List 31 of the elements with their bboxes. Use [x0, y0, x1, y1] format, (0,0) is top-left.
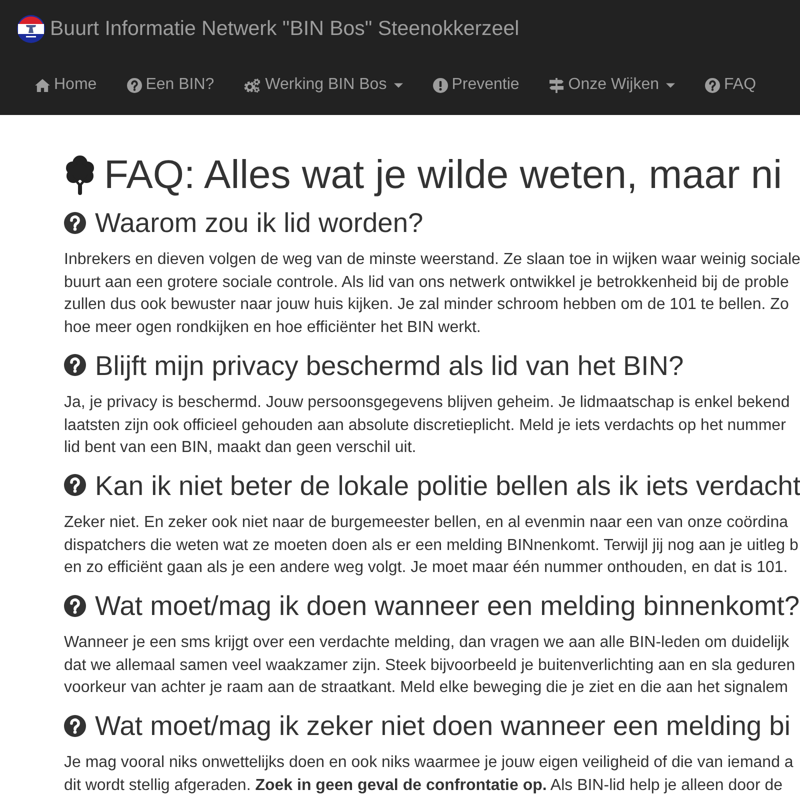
- question-icon: [64, 594, 86, 617]
- nav-link[interactable]: Home: [20, 60, 112, 110]
- question-icon: [64, 714, 86, 737]
- faq-answer: Zeker niet. En zeker ook niet naar de burgemeester bellen, en al evenmin naar een van onze coördina dispatchers die weten wat ze moeten doen als er een melding BINnenkomt. Terwijl jij nog aan je uitleg b en zo efficiënt gaan als je een andere weg volgt. Je moet maar één nummer onthouden, en dat is 101.: [64, 512, 798, 578]
- round-emblem-icon: [17, 14, 45, 42]
- nav-link[interactable]: FAQ: [690, 60, 772, 110]
- nav-link[interactable]: Werking BIN Bos: [229, 60, 418, 110]
- question-icon: [705, 78, 720, 92]
- signpost-icon: [549, 78, 564, 92]
- exclamation-icon: [432, 78, 448, 92]
- nav-link[interactable]: Onze Wijken: [534, 60, 690, 110]
- faq-answer: Wanneer je een sms krijgt over een verdachte melding, dan vragen we aan alle BIN-leden om duidelijk dat we allemaal samen veel waakzamer zijn. Steek bijvoorbeeld je buitenverlichting aan en sla geduren voorkeur van achter je raam aan de straatkant. Meld elke beweging die je ziet en die aan het signalem: [64, 633, 796, 698]
- nav-link[interactable]: Een BIN?: [112, 60, 230, 110]
- faq-question: Wat moet/mag ik zeker niet doen wanneer een melding bi: [95, 709, 790, 742]
- question-icon: [64, 474, 86, 496]
- page-title: FAQ: Alles wat je wilde weten, maar ni: [104, 153, 782, 197]
- faq-question: Wat moet/mag ik doen wanneer een melding binnenkomt?: [95, 589, 800, 622]
- site-title[interactable]: Buurt Informatie Netwerk "BIN Bos" Steenokkerzeel: [50, 14, 520, 42]
- question-icon: [126, 78, 142, 92]
- question-icon: [64, 354, 86, 376]
- faq-answer: Je mag vooral niks onwettelijks doen en ook niks waarmee je jouw eigen veiligheid of die van iemand a dit wordt stellig afgeraden. Zoek in geen geval de confrontatie op. Als BIN-lid help je alleen door de: [64, 753, 794, 796]
- faq-question: Waarom zou ik lid worden?: [95, 206, 424, 239]
- nav-link[interactable]: Preventie: [418, 60, 534, 110]
- question-icon: [64, 212, 86, 234]
- faq-answer: Ja, je privacy is beschermd. Jouw persoonsgegevens blijven geheim. Je lidmaatschap is enkel bekend laatsten zijn ook officieel gehouden aan absolute discretieplicht. Meld je iets verdachts op het nummer lid bent van een BIN, maakt dan geen verschil uit.: [64, 392, 790, 458]
- faq-question: Kan ik niet beter de lokale politie bellen als ik iets verdacht: [95, 468, 800, 502]
- tree-icon: [64, 155, 96, 195]
- faq-question: Blijft mijn privacy beschermd als lid van het BIN?: [95, 348, 684, 382]
- home-icon: [35, 78, 50, 92]
- faq-answer: Inbrekers en dieven volgen de weg van de minste weerstand. Ze slaan toe in wijken waar weinig sociale buurt aan een grotere sociale controle. Als lid van ons netwerk ontwikkel je betrokkenheid bij de proble zullen dus ook bewuster naar jouw huis kijken. Je zal minder schroom hebben om de 101 te bellen. Zo hoe meer ogen rondkijken en hoe efficiënter het BIN werkt.: [64, 250, 800, 338]
- gears-icon: [244, 78, 262, 92]
